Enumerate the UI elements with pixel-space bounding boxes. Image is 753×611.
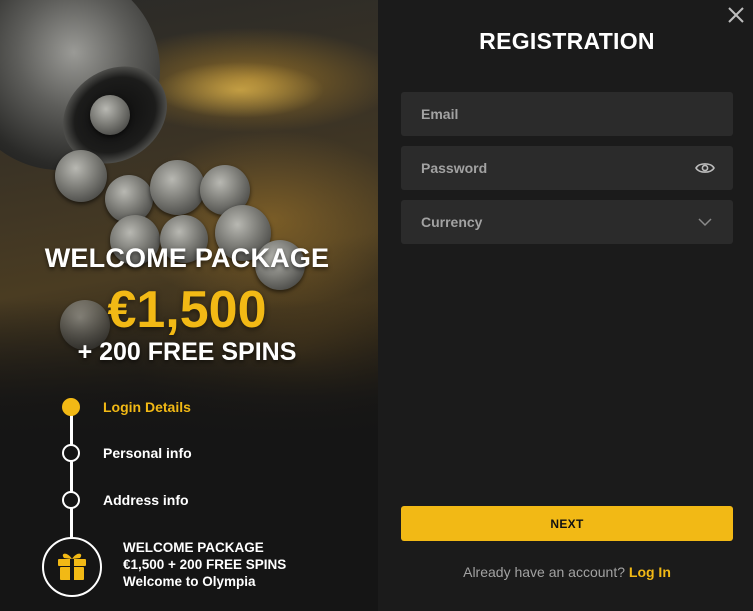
email-field (401, 92, 733, 136)
step-address-info: Address info (103, 492, 189, 508)
step-dot-login-details (62, 398, 80, 416)
gift-icon (55, 549, 89, 586)
step-dot-address-info (62, 491, 80, 509)
promo-title: WELCOME PACKAGE (44, 243, 330, 273)
promo-amount: €1,500 (107, 281, 267, 339)
login-prompt-row: Already have an account? Log In (378, 564, 753, 580)
step-login-details: Login Details (103, 399, 191, 415)
promo-panel: WELCOME PACKAGE €1,500 + 200 FREE SPINS … (0, 0, 378, 611)
currency-select[interactable]: Currency (401, 200, 733, 244)
eye-icon[interactable] (695, 158, 715, 178)
bonus-line-welcome: Welcome to Olympia (123, 574, 256, 589)
bonus-line-amount: €1,500 + 200 FREE SPINS (123, 557, 287, 572)
password-field (401, 146, 733, 190)
bonus-summary: WELCOME PACKAGE €1,500 + 200 FREE SPINS … (123, 539, 286, 590)
coin-image (90, 95, 130, 135)
coin-image (150, 160, 205, 215)
chevron-down-icon (695, 212, 715, 232)
promo-spins: + 200 FREE SPINS (77, 338, 297, 366)
registration-title: REGISTRATION (479, 28, 655, 54)
currency-label: Currency (421, 214, 483, 230)
close-icon (727, 6, 745, 29)
coin-image (55, 150, 107, 202)
bonus-badge (42, 537, 102, 597)
progress-line (70, 407, 73, 542)
login-link[interactable]: Log In (629, 564, 671, 580)
step-personal-info: Personal info (103, 445, 192, 461)
bonus-line-title: WELCOME PACKAGE (123, 540, 264, 555)
email-input[interactable] (421, 106, 713, 122)
registration-panel: REGISTRATION Currency NEXT Already have … (378, 0, 753, 611)
step-dot-personal-info (62, 444, 80, 462)
close-button[interactable] (725, 6, 747, 28)
login-prompt-text: Already have an account? (463, 564, 625, 580)
next-button[interactable]: NEXT (401, 506, 733, 541)
password-input[interactable] (421, 160, 713, 176)
